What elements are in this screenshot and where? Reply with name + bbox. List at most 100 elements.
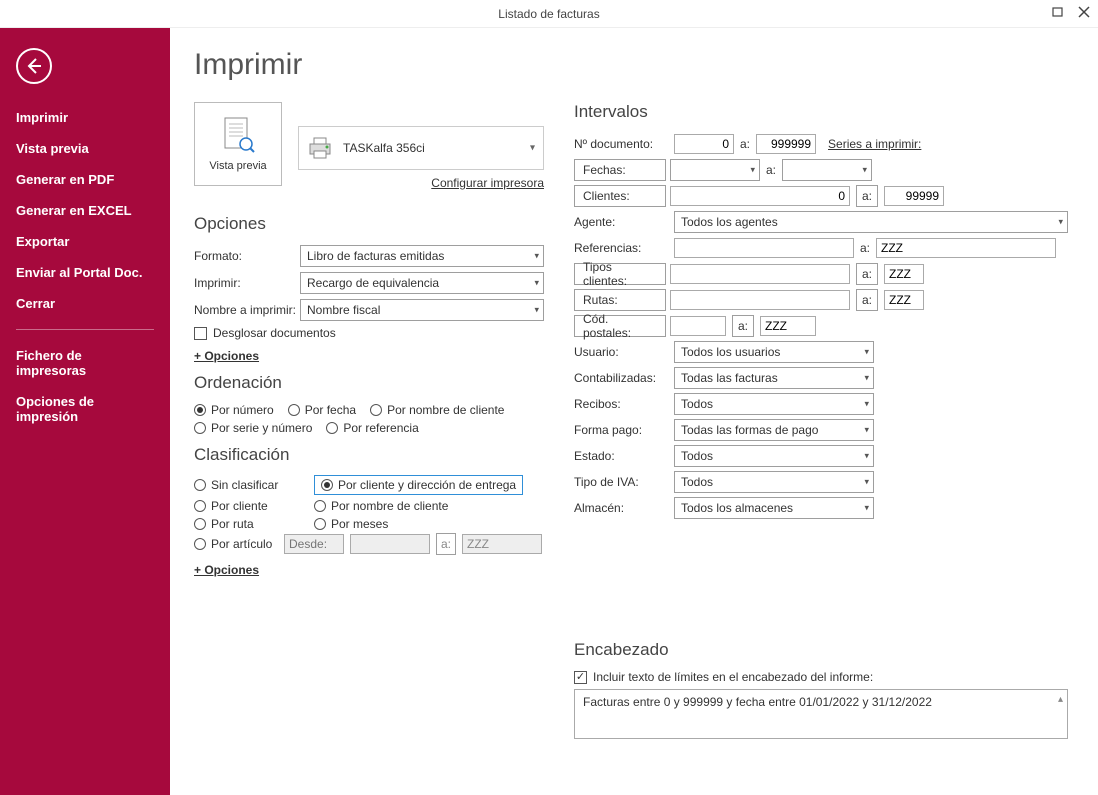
incluir-limites-checkbox[interactable] <box>574 671 587 684</box>
cod-to-input[interactable] <box>760 316 816 336</box>
forma-pago-select[interactable]: Todas las formas de pago▾ <box>674 419 874 441</box>
close-icon[interactable] <box>1076 4 1092 20</box>
encabezado-textarea[interactable]: Facturas entre 0 y 999999 y fecha entre … <box>574 689 1068 739</box>
clasificacion-heading: Clasificación <box>194 445 544 465</box>
sidebar-item-portal[interactable]: Enviar al Portal Doc. <box>0 257 170 288</box>
a-label-2: a: <box>766 163 776 177</box>
mas-opciones-link-2[interactable]: + Opciones <box>194 563 259 577</box>
nombre-imprimir-select[interactable]: Nombre fiscal▾ <box>300 299 544 321</box>
printer-select[interactable]: TASKalfa 356ci ▾ <box>298 126 544 170</box>
sidebar-item-pdf[interactable]: Generar en PDF <box>0 164 170 195</box>
incluir-limites-label: Incluir texto de límites en el encabezad… <box>593 670 873 684</box>
a-button-rutas[interactable]: a: <box>856 289 878 311</box>
clas-cliente[interactable]: Por cliente <box>194 499 314 513</box>
tipos-to-input[interactable] <box>884 264 924 284</box>
clas-articulo[interactable]: Por artículo <box>194 537 278 551</box>
maximize-icon[interactable] <box>1050 4 1066 20</box>
sidebar-item-imprimir[interactable]: Imprimir <box>0 102 170 133</box>
ndoc-to-input[interactable] <box>756 134 816 154</box>
clas-cliente-direccion[interactable]: Por cliente y dirección de entrega <box>321 478 516 492</box>
ordenacion-por-referencia[interactable]: Por referencia <box>326 421 418 435</box>
chevron-down-icon: ▾ <box>534 304 539 315</box>
sidebar: Imprimir Vista previa Generar en PDF Gen… <box>0 28 170 795</box>
back-button[interactable] <box>16 48 52 84</box>
articulo-desde-input[interactable] <box>284 534 344 554</box>
tipo-iva-label: Tipo de IVA: <box>574 475 674 489</box>
cod-from-input[interactable] <box>670 316 726 336</box>
opciones-heading: Opciones <box>194 214 544 234</box>
sidebar-item-exportar[interactable]: Exportar <box>0 226 170 257</box>
articulo-hasta-input[interactable] <box>462 534 542 554</box>
articulo-a-label: a: <box>436 533 456 555</box>
estado-select[interactable]: Todos▾ <box>674 445 874 467</box>
chevron-down-icon: ▾ <box>864 425 869 436</box>
vista-previa-label: Vista previa <box>209 160 266 172</box>
page-title: Imprimir <box>194 48 1068 82</box>
ordenacion-por-serie[interactable]: Por serie y número <box>194 421 312 435</box>
window-title: Listado de facturas <box>498 7 599 21</box>
sidebar-item-excel[interactable]: Generar en EXCEL <box>0 195 170 226</box>
ndoc-from-input[interactable] <box>674 134 734 154</box>
a-label-ref: a: <box>860 241 870 255</box>
mas-opciones-link-1[interactable]: + Opciones <box>194 349 259 363</box>
agente-select[interactable]: Todos los agentes▾ <box>674 211 1068 233</box>
clas-ruta[interactable]: Por ruta <box>194 517 314 531</box>
desglosar-checkbox[interactable] <box>194 327 207 340</box>
rutas-button[interactable]: Rutas: <box>574 289 666 311</box>
clas-nombre[interactable]: Por nombre de cliente <box>314 499 544 513</box>
fecha-to-input[interactable]: ▾ <box>782 159 872 181</box>
formato-label: Formato: <box>194 249 300 263</box>
scroll-up-icon[interactable]: ▴ <box>1058 694 1063 705</box>
chevron-down-icon: ▾ <box>534 250 539 261</box>
imprimir-select[interactable]: Recargo de equivalencia▾ <box>300 272 544 294</box>
fecha-from-input[interactable]: ▾ <box>670 159 760 181</box>
contabilizadas-label: Contabilizadas: <box>574 371 674 385</box>
cod-postales-button[interactable]: Cód. postales: <box>574 315 666 337</box>
ref-from-input[interactable] <box>674 238 854 258</box>
usuario-label: Usuario: <box>574 345 674 359</box>
a-button-tipos[interactable]: a: <box>856 263 878 285</box>
clas-meses[interactable]: Por meses <box>314 517 544 531</box>
articulo-desde-value[interactable] <box>350 534 430 554</box>
rutas-from-input[interactable] <box>670 290 850 310</box>
rutas-to-input[interactable] <box>884 290 924 310</box>
clientes-from-input[interactable] <box>670 186 850 206</box>
formato-select[interactable]: Libro de facturas emitidas▾ <box>300 245 544 267</box>
sidebar-item-opciones[interactable]: Opciones de impresión <box>0 386 170 432</box>
tipo-iva-select[interactable]: Todos▾ <box>674 471 874 493</box>
usuario-select[interactable]: Todos los usuarios▾ <box>674 341 874 363</box>
nombre-imprimir-label: Nombre a imprimir: <box>194 303 300 317</box>
ordenacion-por-fecha[interactable]: Por fecha <box>288 403 356 417</box>
sidebar-item-vista-previa[interactable]: Vista previa <box>0 133 170 164</box>
intervalos-heading: Intervalos <box>574 102 1068 122</box>
recibos-select[interactable]: Todos▾ <box>674 393 874 415</box>
tipos-from-input[interactable] <box>670 264 850 284</box>
ordenacion-por-nombre[interactable]: Por nombre de cliente <box>370 403 504 417</box>
chevron-down-icon: ▾ <box>862 165 867 176</box>
agente-label: Agente: <box>574 215 674 229</box>
clas-sin[interactable]: Sin clasificar <box>194 478 314 492</box>
desglosar-label: Desglosar documentos <box>213 326 336 340</box>
imprimir-label: Imprimir: <box>194 276 300 290</box>
a-label-1: a: <box>740 137 750 151</box>
configurar-impresora-link[interactable]: Configurar impresora <box>431 176 544 190</box>
sidebar-divider <box>16 329 154 330</box>
encabezado-heading: Encabezado <box>574 640 1068 660</box>
chevron-down-icon: ▾ <box>1058 217 1063 228</box>
tipos-clientes-button[interactable]: Tipos clientes: <box>574 263 666 285</box>
clientes-button[interactable]: Clientes: <box>574 185 666 207</box>
fechas-button[interactable]: Fechas: <box>574 159 666 181</box>
almacen-select[interactable]: Todos los almacenes▾ <box>674 497 874 519</box>
sidebar-item-impresoras[interactable]: Fichero de impresoras <box>0 340 170 386</box>
sidebar-item-cerrar[interactable]: Cerrar <box>0 288 170 319</box>
a-button-clientes[interactable]: a: <box>856 185 878 207</box>
a-button-cod[interactable]: a: <box>732 315 754 337</box>
series-imprimir-link[interactable]: Series a imprimir: <box>828 137 921 151</box>
contabilizadas-select[interactable]: Todas las facturas▾ <box>674 367 874 389</box>
clientes-to-input[interactable] <box>884 186 944 206</box>
chevron-down-icon: ▾ <box>864 347 869 358</box>
chevron-down-icon: ▾ <box>530 143 535 154</box>
vista-previa-tile[interactable]: Vista previa <box>194 102 282 186</box>
ordenacion-por-numero[interactable]: Por número <box>194 403 274 417</box>
ref-to-input[interactable] <box>876 238 1056 258</box>
